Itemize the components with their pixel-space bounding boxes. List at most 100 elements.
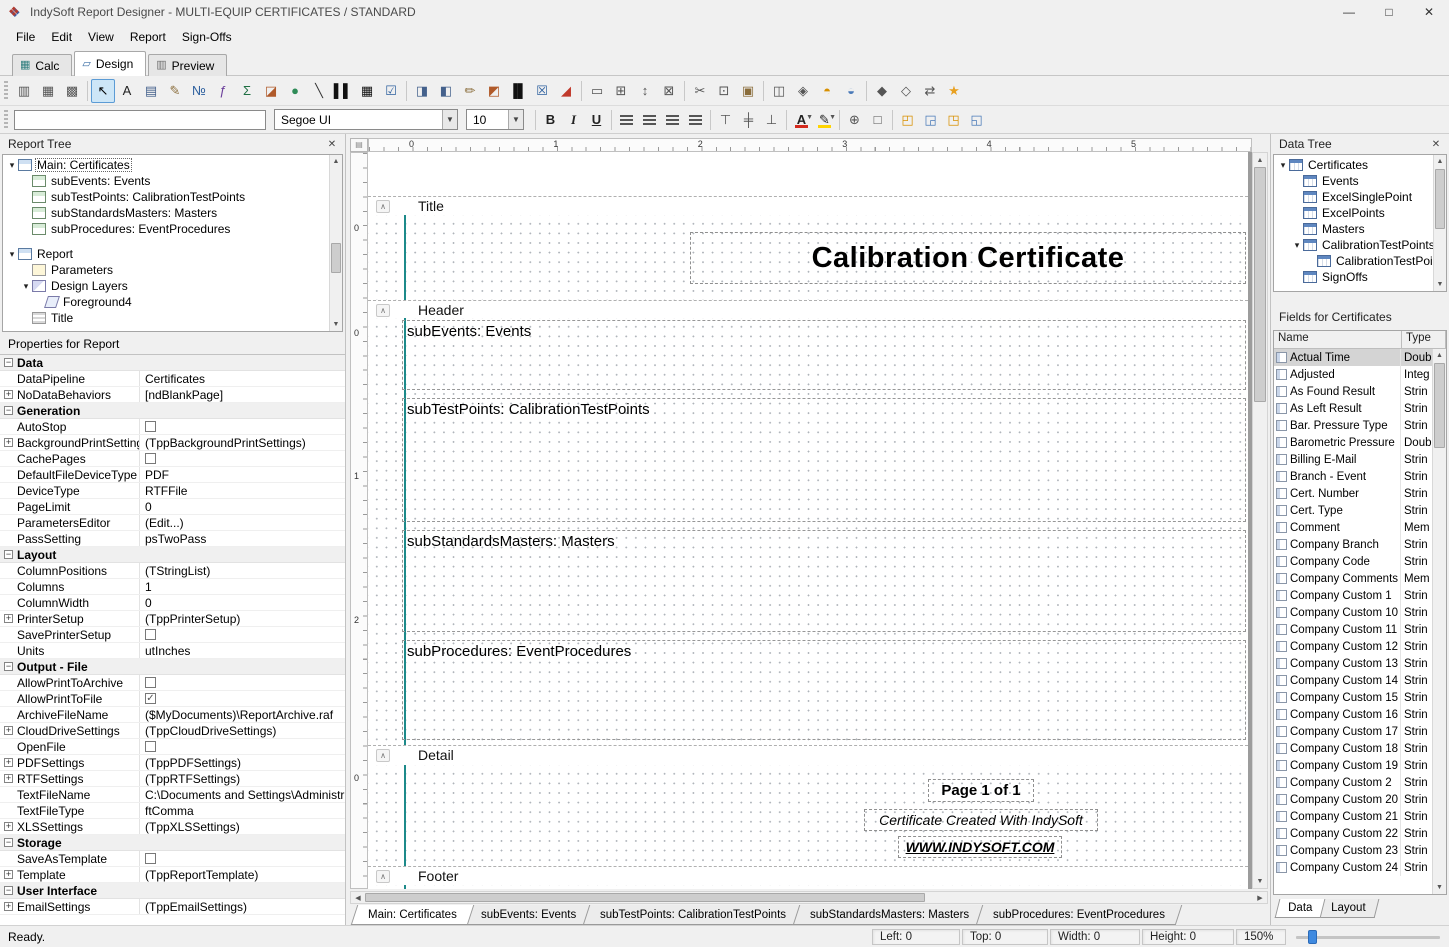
tab-order-button[interactable]: ⇄ [918,79,942,103]
scroll-up-icon[interactable]: ▲ [1253,153,1267,167]
richtext-tool-button[interactable]: ✎ [163,79,187,103]
prop-value[interactable] [140,739,345,754]
collapse-icon[interactable]: − [4,358,13,367]
prop-autostop[interactable]: AutoStop [0,419,345,435]
report-tree-item-design-layers[interactable]: ▾Design Layers [3,278,342,294]
shape-tool-button[interactable]: ● [283,79,307,103]
view-tab-calc[interactable]: ▦Calc [12,54,72,76]
collapse-band-icon[interactable]: ∧ [376,304,390,317]
data-tree-item-signoffs[interactable]: SignOffs [1274,269,1446,285]
prop-textfilename[interactable]: TextFileNameC:\Documents and Settings\Ad… [0,787,345,803]
prop-value[interactable]: [ndBlankPage] [140,387,345,402]
prop-template[interactable]: +Template(TppReportTemplate) [0,867,345,883]
collapse-band-icon[interactable]: ∧ [376,870,390,883]
canvas-tab-main-certificates[interactable]: Main: Certificates [351,905,474,925]
system-variable-tool-button[interactable]: № [187,79,211,103]
prop-group-generation[interactable]: −Generation [0,403,345,419]
field-row-company-custom-17[interactable]: Company Custom 17Strin [1274,723,1432,740]
report-tree-item-subprocedures-eventprocedures[interactable]: subProcedures: EventProcedures [3,221,342,237]
data-fields-button[interactable]: ▦ [36,79,60,103]
checkbox-icon[interactable] [145,629,156,640]
field-row-company-custom-12[interactable]: Company Custom 12Strin [1274,638,1432,655]
report-page[interactable]: ∧ Title Calibration Certificate ∧ Header… [368,152,1248,889]
chart-tool-button[interactable]: ◢ [554,79,578,103]
prop-textfiletype[interactable]: TextFileTypeftComma [0,803,345,819]
toolbar-grip[interactable] [4,81,8,101]
report-wizard-button[interactable]: ★ [942,79,966,103]
prop-value[interactable]: (TppXLSSettings) [140,819,345,834]
canvas-horizontal-scrollbar[interactable]: ◀ ▶ [350,891,1268,904]
prop-group-output-file[interactable]: −Output - File [0,659,345,675]
data-tree-item-calibrationtestpoints[interactable]: ▾CalibrationTestPoints [1274,237,1446,253]
field-row-cert-number[interactable]: Cert. NumberStrin [1274,485,1432,502]
valign-bottom-button[interactable]: ⊥ [760,109,783,131]
checkbox-checked-icon[interactable]: ✓ [145,693,156,704]
prop-allowprinttoarchive[interactable]: AllowPrintToArchive [0,675,345,691]
created-with-element[interactable]: Certificate Created With IndySoft [864,809,1098,831]
prop-value[interactable] [140,627,345,642]
valign-top-button[interactable]: ⊤ [714,109,737,131]
pagebreak-tool-button[interactable]: ↕ [633,79,657,103]
move-forward-button[interactable]: ◳ [942,109,965,131]
scroll-left-icon[interactable]: ◀ [351,892,365,903]
prop-value[interactable] [140,851,345,866]
style-input[interactable] [14,110,266,130]
maximize-button[interactable]: □ [1369,0,1409,24]
ungroup-button[interactable]: ◇ [894,79,918,103]
scrollbar-thumb[interactable] [1254,167,1266,402]
tree-expander-icon[interactable]: ▾ [6,249,18,260]
zoom-slider-track[interactable] [1296,936,1440,939]
collapse-icon[interactable]: − [4,886,13,895]
prop-group-layout[interactable]: −Layout [0,547,345,563]
menu-item-edit[interactable]: Edit [43,26,80,48]
prop-value[interactable]: 0 [140,595,345,610]
field-row-company-custom-22[interactable]: Company Custom 22Strin [1274,825,1432,842]
field-row-company-custom-16[interactable]: Company Custom 16Strin [1274,706,1432,723]
align-justify-button[interactable] [684,109,707,131]
menu-item-sign-offs[interactable]: Sign-Offs [174,26,240,48]
canvas-tab-subtestpoints-calibrationtestpoints[interactable]: subTestPoints: CalibrationTestPoints [583,905,804,925]
expand-icon[interactable]: + [4,774,13,783]
collapse-band-icon[interactable]: ∧ [376,200,390,213]
report-tree-item-substandardsmasters-masters[interactable]: subStandardsMasters: Masters [3,205,342,221]
prop-devicetype[interactable]: DeviceTypeRTFFile [0,483,345,499]
checkbox-tool-button[interactable]: ☑ [379,79,403,103]
checkbox-icon[interactable] [145,453,156,464]
dbrichtext-tool-button[interactable]: ✏ [458,79,482,103]
data-tree-item-masters[interactable]: Masters [1274,221,1446,237]
expand-icon[interactable]: + [4,390,13,399]
report-tree-item-parameters[interactable]: Parameters [3,262,342,278]
tree-expander-icon[interactable]: ▾ [6,160,18,171]
data-tree-item-excelpoints[interactable]: ExcelPoints [1274,205,1446,221]
field-row-company-custom-18[interactable]: Company Custom 18Strin [1274,740,1432,757]
prop-passsetting[interactable]: PassSettingpsTwoPass [0,531,345,547]
checkbox-icon[interactable] [145,421,156,432]
data-tree-item-certificates[interactable]: ▾Certificates [1274,157,1446,173]
close-button[interactable]: ✕ [1409,0,1449,24]
prop-datapipeline[interactable]: DataPipelineCertificates [0,371,345,387]
prop-value[interactable]: (TppRTFSettings) [140,771,345,786]
scroll-up-icon[interactable]: ▲ [1434,155,1446,168]
footer-band-header[interactable]: ∧ Footer [368,866,1248,885]
report-tree-item-subtestpoints-calibrationtestpoints[interactable]: subTestPoints: CalibrationTestPoints [3,189,342,205]
field-row-company-custom-15[interactable]: Company Custom 15Strin [1274,689,1432,706]
region-tool-button[interactable]: ▭ [585,79,609,103]
prop-value[interactable]: Certificates [140,371,345,386]
snap-to-grid-button[interactable]: ▩ [60,79,84,103]
toolbar-grip[interactable] [4,110,8,130]
report-tree-item-title[interactable]: Title [3,310,342,326]
field-row-cert-type[interactable]: Cert. TypeStrin [1274,502,1432,519]
subreport-subprocedures-eventprocedures[interactable]: subProcedures: EventProcedures [402,640,1246,740]
title-band-content[interactable]: Calibration Certificate [368,215,1248,300]
zoom-slider[interactable] [1292,929,1444,945]
select-tool-button[interactable]: ↖ [91,79,115,103]
field-row-company-custom-21[interactable]: Company Custom 21Strin [1274,808,1432,825]
prop-value[interactable]: C:\Documents and Settings\Administr [140,787,345,802]
center-elements-button[interactable]: ◈ [791,79,815,103]
subreport-subevents-events[interactable]: subEvents: Events [402,320,1246,390]
prop-cachepages[interactable]: CachePages [0,451,345,467]
fields-scrollbar[interactable]: ▲ ▼ [1432,349,1446,894]
prop-group-storage[interactable]: −Storage [0,835,345,851]
group-button[interactable]: ◆ [870,79,894,103]
align-edges-button[interactable]: ◫ [767,79,791,103]
